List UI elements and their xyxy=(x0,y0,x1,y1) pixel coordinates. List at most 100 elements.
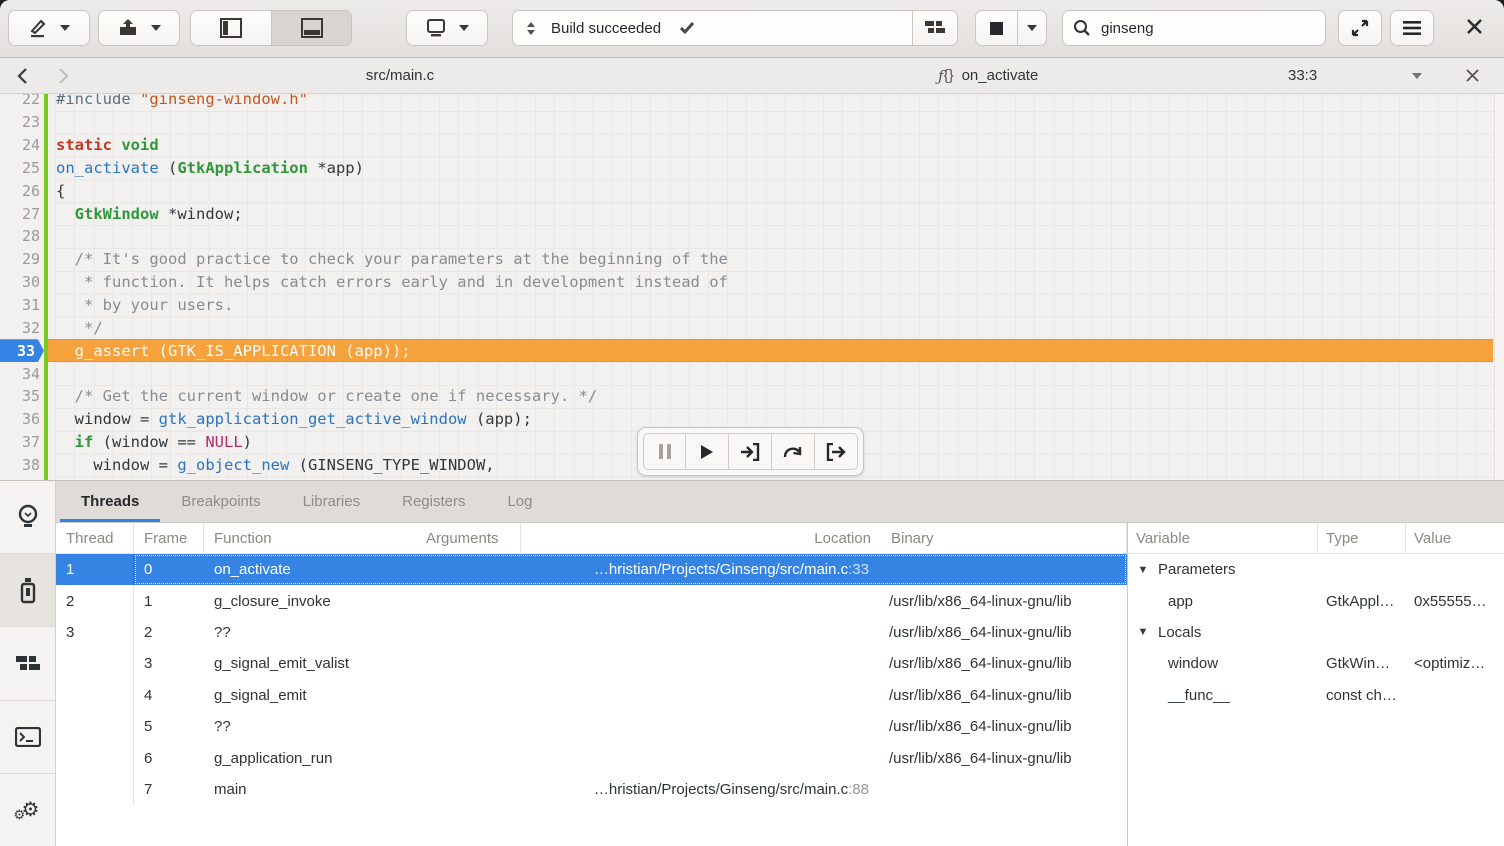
variable-row[interactable]: __func__const ch… xyxy=(1128,680,1504,711)
build-pipeline-button[interactable] xyxy=(913,10,958,46)
line-number[interactable]: 24 xyxy=(0,134,44,157)
sidebar-item-settings[interactable]: ⚙ ⚙ xyxy=(0,774,55,846)
frame-options-button[interactable] xyxy=(1412,58,1422,93)
variable-row[interactable]: appGtkAppl…0x55555… xyxy=(1128,585,1504,616)
tab-threads[interactable]: Threads xyxy=(60,481,160,522)
code-line-29[interactable]: 29 /* It's good practice to check your p… xyxy=(0,248,1504,271)
sidebar-item-build[interactable] xyxy=(0,627,55,700)
code-line-39[interactable]: 39 "application", app xyxy=(0,476,1504,480)
tab-breakpoints[interactable]: Breakpoints xyxy=(160,481,281,522)
line-number[interactable]: 38 xyxy=(0,454,44,477)
line-number[interactable]: 39 xyxy=(0,476,44,480)
code-line-22[interactable]: 22#include "ginseng-window.h" xyxy=(0,94,1504,111)
nav-forward-button[interactable] xyxy=(58,58,70,93)
code-line-31[interactable]: 31 * by your users. xyxy=(0,294,1504,317)
device-selector-button[interactable] xyxy=(406,10,488,46)
line-number[interactable]: 33 xyxy=(0,339,44,362)
column-header-frame[interactable]: Frame xyxy=(134,523,204,553)
step-over-button[interactable] xyxy=(772,433,815,470)
stack-frame-row[interactable]: 4g_signal_emit/usr/lib/x86_64-linux-gnu/… xyxy=(56,680,1127,711)
line-text: { xyxy=(48,179,1493,202)
fullscreen-button[interactable] xyxy=(1338,10,1382,46)
stop-button[interactable] xyxy=(975,10,1018,46)
line-number[interactable]: 26 xyxy=(0,179,44,202)
line-number[interactable]: 31 xyxy=(0,294,44,317)
stack-frame-row[interactable]: 10on_activate…hristian/Projects/Ginseng/… xyxy=(56,554,1127,585)
pause-button[interactable] xyxy=(643,433,686,470)
toggle-left-panel-button[interactable] xyxy=(190,10,272,46)
search-input[interactable] xyxy=(1099,19,1303,38)
source-editor[interactable]: 22#include "ginseng-window.h"2324static … xyxy=(0,94,1504,480)
menu-button[interactable] xyxy=(1390,10,1434,46)
line-number[interactable]: 35 xyxy=(0,385,44,408)
stack-frame-row[interactable]: 7main…hristian/Projects/Ginseng/src/main… xyxy=(56,774,1127,805)
line-text xyxy=(48,111,1493,134)
line-number[interactable]: 23 xyxy=(0,111,44,134)
tab-log[interactable]: Log xyxy=(486,481,553,522)
chevron-down-icon xyxy=(60,25,70,31)
code-line-33[interactable]: 33 g_assert (GTK_IS_APPLICATION (app)); xyxy=(0,339,1504,362)
line-number[interactable]: 36 xyxy=(0,408,44,431)
line-number[interactable]: 29 xyxy=(0,248,44,271)
continue-button[interactable] xyxy=(686,433,729,470)
line-number[interactable]: 28 xyxy=(0,225,44,248)
column-header-arguments[interactable]: Arguments xyxy=(416,523,521,553)
edit-mode-button[interactable] xyxy=(8,10,90,46)
line-number[interactable]: 32 xyxy=(0,316,44,339)
code-line-27[interactable]: 27 GtkWindow *window; xyxy=(0,202,1504,225)
expander-icon[interactable]: ▼ xyxy=(1136,564,1150,576)
column-header-location[interactable]: Location xyxy=(521,523,881,553)
code-line-30[interactable]: 30 * function. It helps catch errors ear… xyxy=(0,271,1504,294)
line-text: /* It's good practice to check your para… xyxy=(48,248,1493,271)
column-header-function[interactable]: Function xyxy=(204,523,416,553)
variable-group-locals[interactable]: ▼Locals xyxy=(1128,617,1504,648)
global-search[interactable] xyxy=(1062,10,1326,46)
close-document-button[interactable] xyxy=(1466,58,1479,93)
code-line-24[interactable]: 24static void xyxy=(0,134,1504,157)
code-line-35[interactable]: 35 /* Get the current window or create o… xyxy=(0,385,1504,408)
column-header-thread[interactable]: Thread xyxy=(56,523,134,553)
symbol-indicator[interactable]: ƒ{} on_activate xyxy=(938,58,1038,93)
column-header-variable[interactable]: Variable xyxy=(1128,523,1318,553)
line-number[interactable]: 27 xyxy=(0,202,44,225)
column-header-type[interactable]: Type xyxy=(1318,523,1406,553)
stack-frame-row[interactable]: 6g_application_run/usr/lib/x86_64-linux-… xyxy=(56,742,1127,773)
export-button[interactable] xyxy=(98,10,180,46)
line-text: /* Get the current window or create one … xyxy=(48,385,1493,408)
sidebar-item-terminal[interactable] xyxy=(0,701,55,774)
code-line-25[interactable]: 25on_activate (GtkApplication *app) xyxy=(0,157,1504,180)
nav-back-button[interactable] xyxy=(16,58,28,93)
document-title[interactable]: src/main.c xyxy=(366,58,434,93)
variable-group-parameters[interactable]: ▼Parameters xyxy=(1128,554,1504,585)
sidebar-item-debugger[interactable] xyxy=(0,554,55,627)
column-header-value[interactable]: Value xyxy=(1406,523,1504,553)
step-into-button[interactable] xyxy=(729,433,772,470)
code-line-34[interactable]: 34 xyxy=(0,362,1504,385)
line-number[interactable]: 25 xyxy=(0,157,44,180)
code-line-26[interactable]: 26{ xyxy=(0,179,1504,202)
tab-libraries[interactable]: Libraries xyxy=(282,481,382,522)
expander-icon[interactable]: ▼ xyxy=(1136,626,1150,638)
toggle-bottom-panel-button[interactable] xyxy=(272,10,352,46)
code-line-32[interactable]: 32 */ xyxy=(0,316,1504,339)
code-line-28[interactable]: 28 xyxy=(0,225,1504,248)
line-text: g_assert (GTK_IS_APPLICATION (app)); xyxy=(48,339,1493,362)
line-number[interactable]: 22 xyxy=(0,94,44,111)
tab-registers[interactable]: Registers xyxy=(381,481,486,522)
line-number[interactable]: 37 xyxy=(0,431,44,454)
sidebar-item-messages[interactable] xyxy=(0,481,55,554)
stack-frame-row[interactable]: 3g_signal_emit_valist/usr/lib/x86_64-lin… xyxy=(56,648,1127,679)
step-out-button[interactable] xyxy=(815,433,858,470)
window-close-button[interactable] xyxy=(1466,18,1483,35)
variable-row[interactable]: windowGtkWin…<optimiz… xyxy=(1128,648,1504,679)
code-line-23[interactable]: 23 xyxy=(0,111,1504,134)
column-header-binary[interactable]: Binary xyxy=(881,523,1127,553)
line-number[interactable]: 30 xyxy=(0,271,44,294)
line-number[interactable]: 34 xyxy=(0,362,44,385)
stack-frame-row[interactable]: 32??/usr/lib/x86_64-linux-gnu/lib xyxy=(56,617,1127,648)
step-into-icon xyxy=(740,443,760,461)
run-options-button[interactable] xyxy=(1018,10,1047,46)
stack-frame-row[interactable]: 5??/usr/lib/x86_64-linux-gnu/lib xyxy=(56,711,1127,742)
omnibar[interactable]: Build succeeded xyxy=(512,10,913,46)
stack-frame-row[interactable]: 21g_closure_invoke/usr/lib/x86_64-linux-… xyxy=(56,585,1127,616)
